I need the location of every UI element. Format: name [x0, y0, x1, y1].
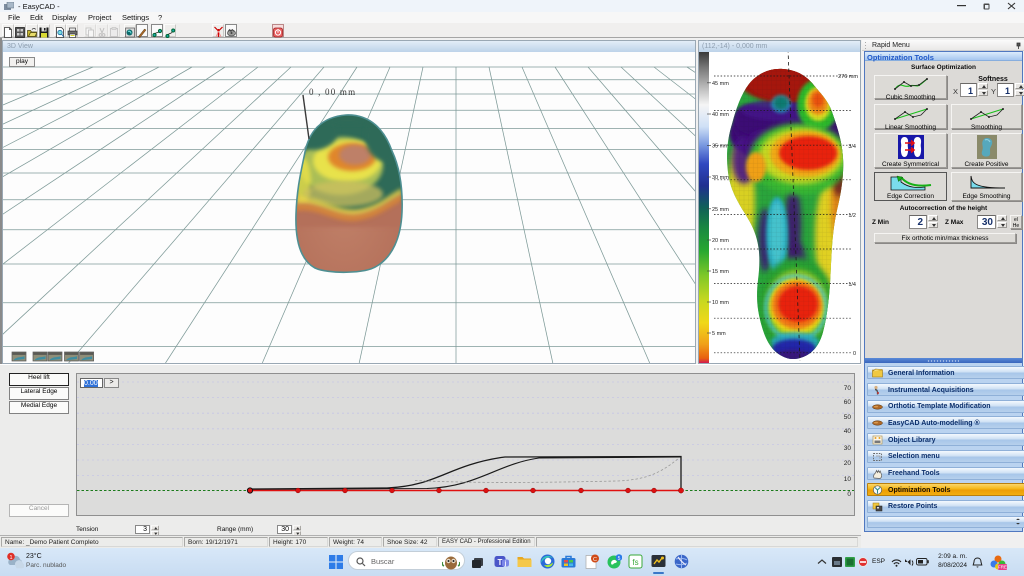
svg-text:15 mm: 15 mm	[712, 269, 729, 275]
svg-text:276 mm: 276 mm	[838, 74, 858, 80]
svg-text:30: 30	[844, 445, 852, 452]
svg-text:10: 10	[844, 476, 852, 483]
svg-text:40: 40	[844, 428, 852, 435]
svg-text:1: 1	[9, 555, 12, 561]
svg-text:C: C	[593, 557, 597, 563]
svg-text:20: 20	[844, 460, 852, 467]
svg-text:3/4: 3/4	[848, 144, 856, 150]
svg-text:1/2: 1/2	[848, 213, 856, 219]
svg-text:50: 50	[844, 414, 852, 421]
svg-text:35 mm: 35 mm	[712, 144, 729, 150]
svg-text:40 mm: 40 mm	[712, 112, 729, 118]
svg-text:fs: fs	[632, 558, 638, 567]
svg-text:T: T	[498, 558, 503, 567]
svg-text:20 mm: 20 mm	[712, 238, 729, 244]
svg-text:5: 5	[618, 556, 621, 562]
svg-text:FRE: FRE	[998, 565, 1007, 570]
svg-text:5 mm: 5 mm	[712, 331, 726, 337]
svg-text:60: 60	[844, 399, 852, 406]
svg-text:0 , 00 mm: 0 , 00 mm	[309, 87, 356, 97]
svg-text:25 mm: 25 mm	[712, 207, 729, 213]
svg-text:0: 0	[853, 351, 856, 357]
svg-text:45 mm: 45 mm	[712, 81, 729, 87]
svg-text:j: j	[504, 561, 507, 567]
svg-text:1/4: 1/4	[848, 282, 856, 288]
svg-text:70: 70	[844, 385, 852, 392]
svg-text:0: 0	[847, 491, 851, 498]
svg-text:10 mm: 10 mm	[712, 300, 729, 306]
